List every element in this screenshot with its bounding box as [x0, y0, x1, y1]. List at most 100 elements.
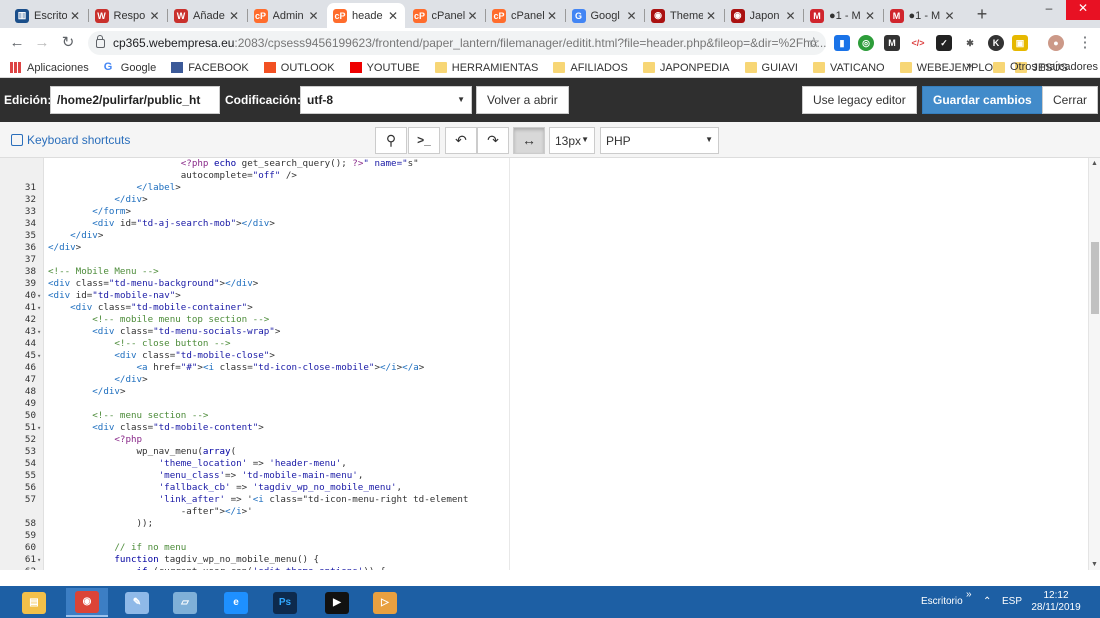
code-line[interactable]: 34 <div id="td-aj-search-mob"></div> — [0, 218, 1086, 230]
code-line[interactable]: 41 ▾ <div class="td-mobile-container"> — [0, 302, 1086, 314]
code-line[interactable]: 49 — [0, 398, 1086, 410]
scroll-thumb[interactable] — [1091, 242, 1099, 314]
browser-tab[interactable]: M ●1 - M ✕ — [884, 3, 962, 28]
bookmark-item[interactable]: AFILIADOS — [553, 62, 628, 74]
browser-tab[interactable]: ◉ Japon ✕ — [725, 3, 803, 28]
fold-arrow-icon[interactable]: ▾ — [37, 290, 41, 302]
code-line[interactable]: 43 ▾ <div class="td-menu-socials-wrap"> — [0, 326, 1086, 338]
browser-tab[interactable]: G Googl ✕ — [566, 3, 644, 28]
search-icon[interactable]: ⚲ — [375, 127, 407, 154]
more-bookmarks-icon[interactable]: » — [966, 60, 972, 72]
code-line[interactable]: <?php echo get_search_query(); ?>" name=… — [0, 158, 1086, 170]
address-bar[interactable]: cp365.webempresa.eu:2083/cpsess945619962… — [88, 31, 826, 55]
font-size-select[interactable]: 13px ▼ — [549, 127, 595, 154]
close-tab-icon[interactable]: ✕ — [387, 9, 399, 23]
taskbar-app[interactable]: e — [215, 588, 257, 617]
browser-tab[interactable]: cP Admin ✕ — [248, 3, 326, 28]
close-tab-icon[interactable]: ✕ — [705, 9, 717, 23]
close-tab-icon[interactable]: ✕ — [467, 9, 479, 23]
fold-arrow-icon[interactable]: ▾ — [37, 326, 41, 338]
code-line[interactable]: 48 </div> — [0, 386, 1086, 398]
code-line[interactable]: 36 </div> — [0, 242, 1086, 254]
bookmark-item[interactable]: Aplicaciones — [10, 62, 89, 74]
extension-trash-icon[interactable]: ▮ — [834, 35, 850, 51]
taskbar-app[interactable]: ▶ — [316, 588, 358, 617]
code-line[interactable]: 55 'menu_class'=> 'td-mobile-main-menu', — [0, 470, 1086, 482]
taskbar-app[interactable]: ✎ — [116, 588, 158, 617]
taskbar-app[interactable]: ▱ — [164, 588, 206, 617]
code-line[interactable]: -after"></i>' — [0, 506, 1086, 518]
extension-square-icon[interactable]: ▣ — [1012, 35, 1028, 51]
code-line[interactable]: 33 </form> — [0, 206, 1086, 218]
extension-gear-icon[interactable]: ✱ — [962, 35, 978, 51]
close-tab-icon[interactable]: ✕ — [69, 9, 81, 23]
tray-up-icon[interactable]: ⌃ — [983, 596, 991, 607]
code-line[interactable]: 39 <div class="td-menu-background"></div> — [0, 278, 1086, 290]
terminal-icon[interactable]: >_ — [408, 127, 440, 154]
code-line[interactable]: 32 </div> — [0, 194, 1086, 206]
fold-arrow-icon[interactable]: ▾ — [37, 302, 41, 314]
extension-code-icon[interactable]: </> — [910, 35, 926, 51]
bookmark-item[interactable]: HERRAMIENTAS — [434, 62, 538, 74]
back-icon[interactable]: ← — [6, 32, 28, 54]
browser-tab[interactable]: ◉ Theme ✕ — [645, 3, 723, 28]
system-clock[interactable]: 12:12 28/11/2019 — [1030, 590, 1082, 614]
path-field[interactable]: /home2/pulirfar/public_ht — [50, 86, 220, 114]
code-line[interactable]: 45 ▾ <div class="td-mobile-close"> — [0, 350, 1086, 362]
close-tab-icon[interactable]: ✕ — [785, 9, 797, 23]
code-line[interactable]: 60 // if no menu — [0, 542, 1086, 554]
minimize-icon[interactable]: – — [1038, 0, 1060, 20]
other-bookmarks[interactable]: Otros marcadores — [993, 61, 1098, 73]
browser-tab[interactable]: W Respo ✕ — [89, 3, 167, 28]
extension-circle-icon[interactable]: ◎ — [858, 35, 874, 51]
code-line[interactable]: 40 ▾ <div id="td-mobile-nav"> — [0, 290, 1086, 302]
fold-arrow-icon[interactable]: ▾ — [37, 554, 41, 566]
close-tab-icon[interactable]: ✕ — [149, 9, 161, 23]
fold-arrow-icon[interactable]: ▾ — [37, 422, 41, 434]
code-line[interactable]: 44 <!-- close button --> — [0, 338, 1086, 350]
language-select[interactable]: PHP ▼ — [600, 127, 719, 154]
code-line[interactable]: 31 </label> — [0, 182, 1086, 194]
bookmark-item[interactable]: G Google — [104, 62, 156, 74]
code-line[interactable]: 52 <?php — [0, 434, 1086, 446]
code-line[interactable]: 59 — [0, 530, 1086, 542]
bookmark-item[interactable]: WEBEJEMPLOS — [899, 62, 1000, 74]
taskbar-app[interactable]: ▷ — [364, 588, 406, 617]
browser-tab[interactable]: W Añade ✕ — [168, 3, 246, 28]
code-line[interactable]: 61 ▾ function tagdiv_wp_no_mobile_menu() … — [0, 554, 1086, 566]
scroll-up-icon[interactable]: ▲ — [1091, 160, 1098, 167]
taskbar-app[interactable]: Ps — [264, 588, 306, 617]
close-tab-icon[interactable]: ✕ — [228, 9, 240, 23]
reload-icon[interactable]: ↻ — [57, 32, 79, 54]
code-line[interactable]: 37 — [0, 254, 1086, 266]
close-window-icon[interactable]: ✕ — [1066, 0, 1100, 20]
browser-tab[interactable]: cP cPanel ✕ — [486, 3, 564, 28]
bookmark-item[interactable]: GUIAVI — [744, 62, 798, 74]
code-line[interactable]: 51 ▾ <div class="td-mobile-content"> — [0, 422, 1086, 434]
browser-tab[interactable]: cP cPanel ✕ — [407, 3, 485, 28]
extension-check-icon[interactable]: ✓ — [936, 35, 952, 51]
save-changes-button[interactable]: Guardar cambios — [922, 86, 1043, 114]
keyboard-shortcuts-link[interactable]: Keyboard shortcuts — [11, 133, 130, 147]
extension-m-icon[interactable]: M — [884, 35, 900, 51]
close-tab-icon[interactable]: ✕ — [864, 9, 876, 23]
code-line[interactable]: 46 <a href="#"><i class="td-icon-close-m… — [0, 362, 1086, 374]
scroll-down-icon[interactable]: ▼ — [1091, 561, 1098, 568]
code-line[interactable]: 35 </div> — [0, 230, 1086, 242]
code-line[interactable]: 47 </div> — [0, 374, 1086, 386]
bookmark-item[interactable]: OUTLOOK — [263, 62, 335, 74]
code-line[interactable]: 56 'fallback_cb' => 'tagdiv_wp_no_mobile… — [0, 482, 1086, 494]
close-tab-icon[interactable]: ✕ — [546, 9, 558, 23]
code-line[interactable]: 54 'theme_location' => 'header-menu', — [0, 458, 1086, 470]
word-wrap-icon[interactable]: ↔ — [513, 127, 545, 154]
forward-icon[interactable]: → — [31, 32, 53, 54]
code-line[interactable]: 42 <!-- mobile menu top section --> — [0, 314, 1086, 326]
code-line[interactable]: 38 <!-- Mobile Menu --> — [0, 266, 1086, 278]
code-line[interactable]: 62 if (current_user_can('edit_theme_opti… — [0, 566, 1086, 570]
encoding-select[interactable]: utf-8 ▼ — [300, 86, 472, 114]
undo-icon[interactable]: ↶ — [445, 127, 477, 154]
menu-kebab-icon[interactable]: ⋮ — [1074, 32, 1096, 54]
bookmark-star-icon[interactable]: ☆ — [807, 34, 820, 51]
close-tab-icon[interactable]: ✕ — [308, 9, 320, 23]
profile-avatar[interactable]: ● — [1048, 35, 1064, 51]
